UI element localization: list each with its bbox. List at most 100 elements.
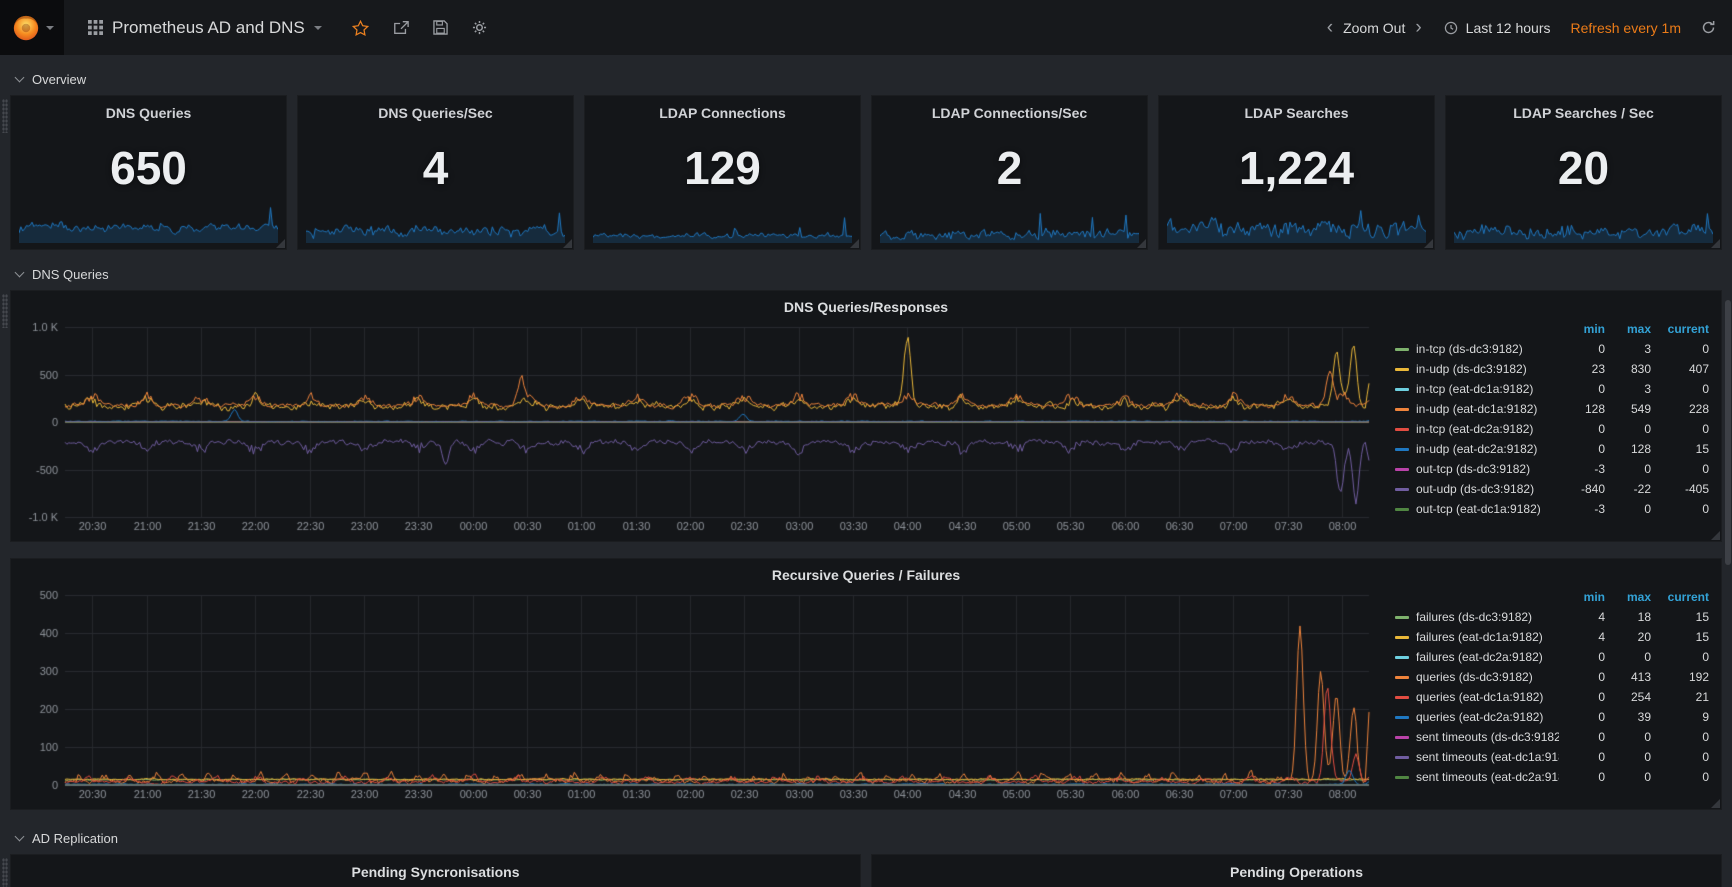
refresh-button[interactable]	[1701, 20, 1716, 35]
legend-series-toggle[interactable]: queries (eat-dc2a:9182)	[1395, 707, 1559, 727]
series-color-swatch	[1395, 655, 1409, 659]
sparkline-chart	[880, 205, 1139, 243]
row-drag-handle[interactable]	[2, 858, 8, 887]
legend-series-toggle[interactable]: failures (eat-dc2a:9182)	[1395, 647, 1559, 667]
legend-max-value: -22	[1633, 482, 1651, 496]
row-header-overview[interactable]: Overview	[14, 67, 1722, 91]
legend-max-value: 128	[1630, 442, 1651, 456]
row-drag-handle[interactable]	[2, 99, 8, 133]
legend-series-toggle[interactable]: in-tcp (ds-dc3:9182)	[1395, 339, 1559, 359]
legend-series-toggle[interactable]: out-tcp (eat-dc1a:9182)	[1395, 499, 1559, 519]
row-title: DNS Queries	[32, 266, 109, 282]
legend-max-value: 0	[1644, 502, 1651, 516]
row-header-ad-replication[interactable]: AD Replication	[14, 826, 1722, 850]
series-color-swatch	[1395, 447, 1409, 451]
settings-gear-button[interactable]	[472, 20, 487, 35]
legend-current-value: 21	[1695, 690, 1709, 704]
legend-series-toggle[interactable]: failures (ds-dc3:9182)	[1395, 607, 1559, 627]
legend-series-toggle[interactable]: sent timeouts (ds-dc3:9182)	[1395, 727, 1559, 747]
legend-series-label: sent timeouts (eat-dc1a:9182)	[1416, 750, 1559, 764]
panel-resize-handle[interactable]	[276, 239, 285, 248]
panel-title[interactable]: Pending Syncronisations	[11, 860, 860, 884]
dashboard-title-button[interactable]: Prometheus AD and DNS	[88, 18, 322, 38]
legend-max-value: 3	[1644, 382, 1651, 396]
grafana-logo-button[interactable]	[0, 0, 64, 55]
legend-header: max	[1626, 322, 1651, 336]
legend-header: min	[1583, 322, 1605, 336]
series-color-swatch	[1395, 635, 1409, 639]
legend-current-value: 15	[1695, 630, 1709, 644]
legend-series-toggle[interactable]: in-tcp (eat-dc1a:9182)	[1395, 379, 1559, 399]
legend-series-toggle[interactable]: sent timeouts (eat-dc1a:9182)	[1395, 747, 1559, 767]
panel-pending-operations: Pending Operations	[871, 854, 1722, 887]
legend-series-label: failures (ds-dc3:9182)	[1416, 610, 1533, 624]
legend-series-label: out-tcp (ds-dc3:9182)	[1416, 462, 1531, 476]
legend-min-value: 0	[1598, 422, 1605, 436]
legend-series-toggle[interactable]: in-udp (eat-dc1a:9182)	[1395, 399, 1559, 419]
legend-min-value: -840	[1580, 482, 1605, 496]
chevron-left-icon[interactable]: ‹	[1325, 18, 1335, 37]
row-drag-handle[interactable]	[2, 294, 8, 328]
legend-series-toggle[interactable]: failures (eat-dc1a:9182)	[1395, 627, 1559, 647]
time-range-picker[interactable]: Last 12 hours	[1444, 20, 1551, 36]
scrollbar-thumb[interactable]	[1725, 300, 1731, 565]
legend-min-value: 4	[1598, 630, 1605, 644]
singlestat-panel: LDAP Searches 1,224	[1158, 95, 1435, 250]
refresh-interval-button[interactable]: Refresh every 1m	[1571, 20, 1681, 36]
legend-series-toggle[interactable]: out-tcp (ds-dc3:9182)	[1395, 459, 1559, 479]
panel-title[interactable]: DNS Queries/Sec	[298, 96, 573, 121]
legend-series-toggle[interactable]: queries (ds-dc3:9182)	[1395, 667, 1559, 687]
chevron-down-icon	[14, 72, 25, 82]
sparkline-chart	[1167, 205, 1426, 243]
panel-resize-handle[interactable]	[1137, 239, 1146, 248]
legend-header: min	[1583, 590, 1605, 604]
legend-max-value: 830	[1630, 362, 1651, 376]
zoom-controls: ‹ Zoom Out ›	[1325, 18, 1424, 37]
singlestat-value: 4	[422, 142, 449, 194]
panel-resize-handle[interactable]	[1711, 799, 1720, 808]
panel-title[interactable]: LDAP Connections/Sec	[872, 96, 1147, 121]
panel-dns-queries-responses: DNS Queries/Responses min max current in-tc…	[10, 290, 1722, 542]
refresh-icon	[1701, 20, 1716, 35]
chevron-right-icon[interactable]: ›	[1413, 18, 1423, 37]
legend-series-label: in-udp (eat-dc2a:9182)	[1416, 442, 1538, 456]
series-color-swatch	[1395, 755, 1409, 759]
panel-title[interactable]: LDAP Searches / Sec	[1446, 96, 1721, 121]
panel-resize-handle[interactable]	[1711, 531, 1720, 540]
legend-series-label: failures (eat-dc1a:9182)	[1416, 630, 1543, 644]
legend-series-toggle[interactable]: queries (eat-dc1a:9182)	[1395, 687, 1559, 707]
legend-current-value: -405	[1684, 482, 1709, 496]
zoom-out-button[interactable]: Zoom Out	[1343, 20, 1405, 36]
legend-series-label: queries (eat-dc2a:9182)	[1416, 710, 1544, 724]
legend-header: current	[1667, 590, 1709, 604]
legend-series-toggle[interactable]: out-udp (ds-dc3:9182)	[1395, 479, 1559, 499]
share-button[interactable]	[393, 20, 409, 35]
legend-series-label: queries (eat-dc1a:9182)	[1416, 690, 1544, 704]
legend-min-value: 4	[1598, 610, 1605, 624]
panel-title[interactable]: LDAP Connections	[585, 96, 860, 121]
legend-min-value: 23	[1591, 362, 1605, 376]
legend-series-toggle[interactable]: in-udp (eat-dc2a:9182)	[1395, 439, 1559, 459]
panel-resize-handle[interactable]	[850, 239, 859, 248]
singlestat-panel: LDAP Connections 129	[584, 95, 861, 250]
legend-series-toggle[interactable]: in-tcp (eat-dc2a:9182)	[1395, 419, 1559, 439]
singlestat-row: DNS Queries 650 DNS Queries/Sec 4 LDAP Conne…	[10, 95, 1722, 250]
legend-series-toggle[interactable]: sent timeouts (eat-dc2a:9182)	[1395, 767, 1559, 787]
panel-title[interactable]: Recursive Queries / Failures	[19, 563, 1713, 587]
legend-min-value: -3	[1594, 502, 1605, 516]
legend-series-label: in-tcp (eat-dc1a:9182)	[1416, 382, 1534, 396]
panel-title[interactable]: Pending Operations	[872, 860, 1721, 884]
star-button[interactable]	[351, 19, 369, 36]
row-header-dns-queries[interactable]: DNS Queries	[14, 262, 1722, 286]
legend-series-toggle[interactable]: in-udp (ds-dc3:9182)	[1395, 359, 1559, 379]
panel-resize-handle[interactable]	[1424, 239, 1433, 248]
panel-resize-handle[interactable]	[563, 239, 572, 248]
panel-title[interactable]: DNS Queries/Responses	[19, 295, 1713, 319]
save-button[interactable]	[433, 20, 448, 35]
legend-series-label: out-tcp (eat-dc1a:9182)	[1416, 502, 1541, 516]
panel-title[interactable]: LDAP Searches	[1159, 96, 1434, 121]
legend-series-label: sent timeouts (eat-dc2a:9182)	[1416, 770, 1559, 784]
legend-min-value: -3	[1594, 462, 1605, 476]
panel-resize-handle[interactable]	[1711, 239, 1720, 248]
panel-title[interactable]: DNS Queries	[11, 96, 286, 121]
